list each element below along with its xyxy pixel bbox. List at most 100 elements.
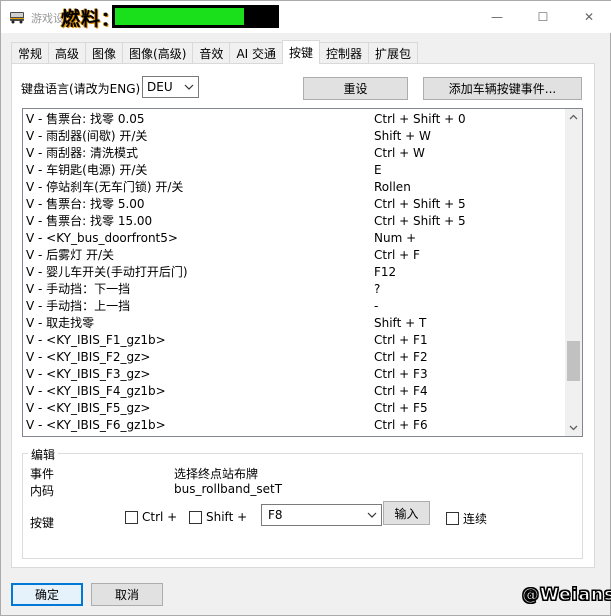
key-binding-event: V - 手动挡：上一挡 — [26, 299, 131, 313]
shift-checkbox-label: Shift + — [206, 510, 248, 524]
key-binding-key: Shift + T — [374, 316, 427, 330]
list-scrollbar[interactable] — [565, 109, 582, 436]
key-binding-event: V - <KY_IBIS_F2_gz> — [26, 350, 151, 364]
key-label: 按键 — [30, 516, 55, 530]
key-binding-row[interactable]: V - <KY_IBIS_F5_gz> Ctrl + F5 — [23, 400, 566, 417]
key-binding-event: V - 停站刹车(无车门锁) 开/关 — [26, 180, 184, 194]
key-select-value: F8 — [268, 508, 283, 522]
fuel-gauge-fill — [115, 8, 244, 25]
key-binding-row[interactable]: V - 手动挡：下一挡? — [23, 281, 566, 298]
tab-8[interactable]: 扩展包 — [368, 42, 419, 64]
shift-checkbox[interactable]: Shift + — [189, 510, 247, 524]
add-vehicle-key-event-button[interactable]: 添加车辆按键事件... — [423, 77, 582, 100]
key-binding-key: Ctrl + Shift + 0 — [374, 112, 466, 126]
settings-window: 游戏设 燃料： — ☐ ✕ 常规 高级 图像 图像(高级) 音效 AI 交通 按键 控制器 扩展… — [0, 0, 611, 616]
input-key-button[interactable]: 输入 — [383, 501, 430, 525]
key-binding-key: Ctrl + F — [374, 248, 420, 262]
minimize-button[interactable]: — — [474, 1, 520, 33]
title-bar[interactable]: 游戏设 燃料： — ☐ ✕ — [1, 1, 611, 33]
key-binding-row[interactable]: V - 雨刮器(间歇) 开/关 Shift + W — [23, 128, 566, 145]
tab-5[interactable]: AI 交通 — [229, 42, 284, 64]
key-binding-row[interactable]: V - <KY_IBIS_F1_gz1b> Ctrl + F1 — [23, 332, 566, 349]
key-binding-event: V - 后雾灯 开/关 — [26, 248, 115, 262]
tab-2[interactable]: 图像 — [85, 42, 124, 64]
tab-3[interactable]: 图像(高级) — [122, 42, 194, 64]
cancel-button[interactable]: 取消 — [91, 583, 163, 606]
scroll-thumb[interactable] — [567, 341, 580, 382]
window-title: 游戏设 — [31, 12, 64, 25]
repeat-checkbox-box[interactable] — [446, 512, 459, 525]
key-binding-event: V - 取走找零 — [26, 316, 95, 330]
repeat-checkbox-label: 连续 — [463, 512, 488, 526]
maximize-icon: ☐ — [537, 10, 549, 24]
key-binding-row[interactable]: V - <KY_IBIS_F6_gz1b> Ctrl + F6 — [23, 417, 566, 434]
key-binding-row[interactable]: V - 售票台: 找零 5.00 Ctrl + Shift + 5 — [23, 196, 566, 213]
key-binding-event: V - 雨刮器(间歇) 开/关 — [26, 129, 148, 143]
key-binding-key: F12 — [374, 265, 397, 279]
repeat-checkbox[interactable]: 连续 — [446, 510, 487, 527]
key-binding-key: Ctrl + F3 — [374, 367, 428, 381]
key-binding-row[interactable]: V - <KY_IBIS_F2_gz> Ctrl + F2 — [23, 349, 566, 366]
tab-strip: 常规 高级 图像 图像(高级) 音效 AI 交通 按键 控制器 扩展包 — [11, 40, 419, 64]
key-binding-event: V - <KY_IBIS_F1_gz1b> — [26, 333, 166, 347]
key-binding-key: Ctrl + Shift + 5 — [374, 214, 466, 228]
key-binding-key: Ctrl + F6 — [374, 418, 428, 432]
key-binding-key: - — [374, 299, 379, 313]
key-binding-key: Ctrl + F4 — [374, 384, 428, 398]
shift-checkbox-box[interactable] — [189, 510, 202, 524]
event-label: 事件 — [30, 467, 55, 481]
keyboard-language-select[interactable]: DEU — [142, 76, 199, 98]
key-binding-row[interactable]: V - 停站刹车(无车门锁) 开/关 Rollen — [23, 179, 566, 196]
key-binding-event: V - 婴儿车开关(手动打开后门) — [26, 265, 188, 279]
reset-button[interactable]: 重设 — [303, 77, 408, 100]
key-binding-row[interactable]: V - 售票台: 找零 0.05 Ctrl + Shift + 0 — [23, 111, 566, 128]
key-binding-event: V - <KY_IBIS_F3_gz> — [26, 367, 151, 381]
close-icon: ✕ — [583, 10, 595, 24]
key-binding-key: Ctrl + F1 — [374, 333, 428, 347]
ctrl-checkbox-box[interactable] — [125, 510, 138, 524]
key-binding-key: Num + — [374, 231, 417, 245]
ok-button[interactable]: 确定 — [11, 583, 83, 606]
key-binding-key: Rollen — [374, 180, 411, 194]
key-binding-key: ? — [374, 282, 381, 296]
close-button[interactable]: ✕ — [566, 1, 611, 33]
keyboard-language-value: DEU — [147, 80, 173, 94]
tab-1[interactable]: 高级 — [48, 42, 87, 64]
scroll-down-button[interactable] — [565, 419, 582, 436]
tab-7[interactable]: 控制器 — [319, 42, 370, 64]
code-label: 内码 — [30, 484, 55, 498]
key-binding-row[interactable]: V - <KY_bus_doorfront5> Num + — [23, 230, 566, 247]
ctrl-checkbox[interactable]: Ctrl + — [125, 510, 177, 524]
chevron-up-icon — [569, 114, 578, 120]
scroll-up-button[interactable] — [565, 109, 582, 126]
ctrl-checkbox-label: Ctrl + — [142, 510, 178, 524]
bus-app-icon — [10, 12, 24, 24]
key-binding-event: V - <KY_IBIS_F5_gz> — [26, 401, 151, 415]
chevron-down-icon — [569, 425, 578, 431]
tab-6[interactable]: 按键 — [282, 40, 321, 64]
key-binding-list[interactable]: V - 售票台: 找零 0.05 Ctrl + Shift + 0 V - 雨刮器(… — [22, 108, 583, 437]
key-binding-row[interactable]: V - 后雾灯 开/关 Ctrl + F — [23, 247, 566, 264]
key-binding-key: Shift + W — [374, 129, 431, 143]
key-binding-row[interactable]: V - 婴儿车开关(手动打开后门) F12 — [23, 264, 566, 281]
key-binding-row[interactable]: V - 雨刮器: 清洗模式 Ctrl + W — [23, 145, 566, 162]
key-binding-row[interactable]: V - 车钥匙(电源) 开/关 E — [23, 162, 566, 179]
key-select[interactable]: F8 — [261, 504, 382, 526]
code-value: bus_rollband_setT — [174, 482, 283, 496]
maximize-button[interactable]: ☐ — [520, 1, 566, 33]
key-binding-key: Ctrl + W — [374, 146, 425, 160]
keyboard-language-label: 键盘语言(请改为ENG) — [21, 82, 141, 96]
key-binding-row[interactable]: V - 手动挡：上一挡 - — [23, 298, 566, 315]
tab-4[interactable]: 音效 — [192, 42, 231, 64]
chevron-down-icon — [367, 512, 377, 518]
key-binding-row[interactable]: V - <KY_IBIS_F3_gz> Ctrl + F3 — [23, 366, 566, 383]
key-binding-key: Ctrl + F5 — [374, 401, 428, 415]
tab-0[interactable]: 常规 — [11, 42, 50, 64]
key-binding-row[interactable]: V - 取走找零 Shift + T — [23, 315, 566, 332]
minimize-icon: — — [491, 10, 503, 24]
event-value: 选择终点站布牌 — [174, 467, 259, 481]
key-binding-row[interactable]: V - <KY_IBIS_F4_gz1b> Ctrl + F4 — [23, 383, 566, 400]
key-binding-event: V - <KY_IBIS_F4_gz1b> — [26, 384, 166, 398]
key-binding-row[interactable]: V - 售票台: 找零 15.00 Ctrl + Shift + 5 — [23, 213, 566, 230]
watermark: @Weians — [521, 585, 611, 606]
